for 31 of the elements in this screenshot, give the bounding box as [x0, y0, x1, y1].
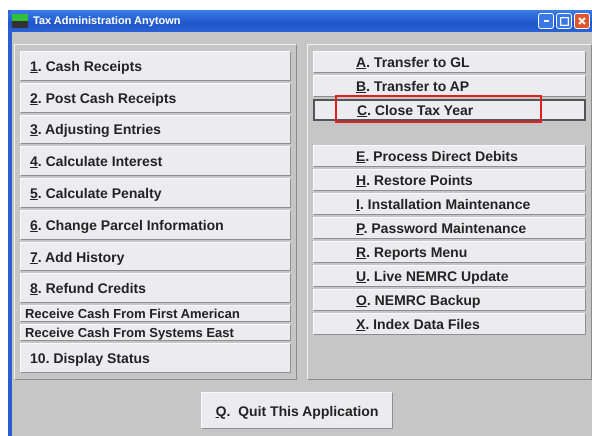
app-icon [12, 14, 28, 28]
menu-button[interactable]: O. NEMRC Backup [313, 289, 586, 311]
menu-button[interactable]: I. Installation Maintenance [313, 193, 586, 215]
menu-button[interactable]: 1. Cash Receipts [20, 51, 292, 81]
menu-button[interactable]: R. Reports Menu [313, 241, 586, 263]
menu-button[interactable]: 3. Adjusting Entries [20, 114, 292, 144]
menu-button[interactable]: 7. Add History [20, 242, 292, 272]
menu-button[interactable]: H. Restore Points [313, 169, 586, 191]
menu-button[interactable]: 2. Post Cash Receipts [20, 82, 292, 113]
minimize-icon [544, 20, 548, 22]
close-button[interactable] [574, 13, 590, 29]
close-icon [578, 17, 586, 25]
menu-button[interactable]: B. Transfer to AP [313, 75, 586, 97]
menu-button[interactable]: X. Index Data Files [313, 313, 586, 335]
menu-button[interactable]: A. Transfer to GL [313, 51, 586, 73]
menu-button[interactable]: 8. Refund Credits [20, 273, 292, 304]
menu-button[interactable]: Receive Cash From Systems East [20, 324, 292, 342]
quit-button[interactable]: Q. Quit This Application [201, 392, 393, 429]
menu-button[interactable]: U. Live NEMRC Update [313, 265, 586, 287]
menu-button[interactable]: 5. Calculate Penalty [20, 178, 292, 208]
menu-button[interactable]: 6. Change Parcel Information [20, 210, 292, 240]
menu-button[interactable]: 4. Calculate Interest [20, 146, 292, 176]
window-title: Tax Administration Anytown [33, 15, 182, 27]
menu-button[interactable]: 10. Display Status [20, 343, 292, 374]
maximize-button[interactable] [556, 13, 572, 29]
menu-button[interactable]: C. Close Tax Year [313, 99, 586, 121]
maximize-icon [560, 16, 568, 26]
menu-button[interactable]: Receive Cash From First American [20, 305, 292, 322]
menu-button[interactable]: E. Process Direct Debits [313, 145, 586, 167]
menu-button[interactable]: P. Password Maintenance [313, 217, 586, 239]
minimize-button[interactable] [538, 13, 554, 29]
